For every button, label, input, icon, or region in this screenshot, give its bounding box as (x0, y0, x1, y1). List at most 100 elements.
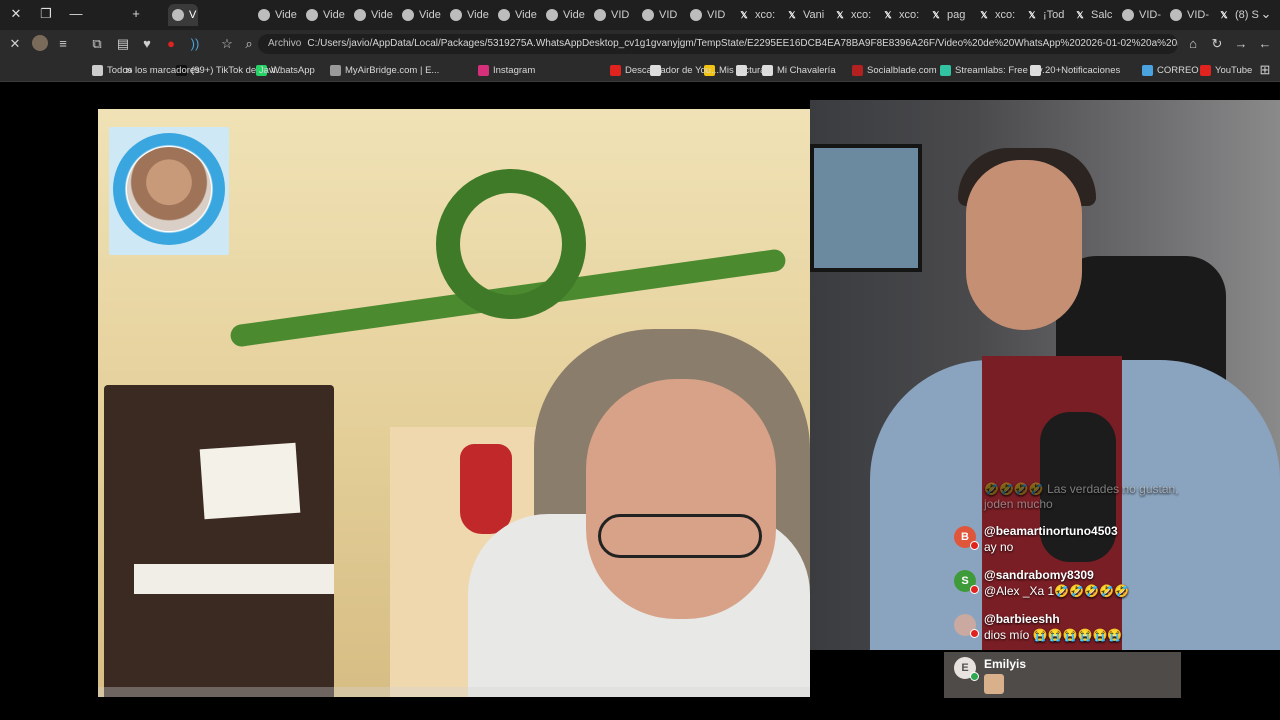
tab-label: xco: (899, 9, 920, 21)
record-icon[interactable]: ● (162, 35, 180, 53)
tab-bar: ✕ ❐ — + 𝕏 (8) S VID- VID- 𝕏 Salc 𝕏 ¡Tod 𝕏xco: 𝕏pa… (0, 0, 1280, 30)
tab-label: Vide (323, 9, 345, 21)
reload-icon[interactable]: ↻ (1208, 35, 1226, 53)
tab-label: ¡Tod (1043, 9, 1065, 21)
minimize-window-button[interactable]: — (66, 5, 86, 23)
media-icon (498, 9, 510, 21)
media-icon (172, 9, 184, 21)
chat-username: @beamartinortuno4503 (984, 524, 1118, 538)
tab-label: Vide (563, 9, 585, 21)
tab-label: Vani (803, 9, 825, 21)
bookmark-star-icon[interactable]: ☆ (218, 35, 236, 53)
browser-tab[interactable]: VID- (1166, 4, 1212, 26)
tab-label: VID (659, 9, 678, 21)
chat-avatar: S (954, 570, 979, 594)
chat-text: 🤣🤣🤣🤣 Las verdades no gustan, joden mucho (984, 482, 1179, 511)
reading-list-icon[interactable]: ▤ (114, 35, 132, 53)
media-icon (306, 9, 318, 21)
bookmark-label: Mis facturas (719, 64, 771, 76)
tab-label: Vide (419, 9, 441, 21)
x-logo-icon: 𝕏 (1220, 9, 1228, 20)
youtube-badge-icon (970, 541, 979, 550)
back-icon[interactable]: ← (1256, 35, 1274, 53)
bookmarks-bar: » ⊞ YouTube CORREO 20+Notificaciones Stream… (0, 58, 1280, 82)
bookmark-label: MyAirBridge.com | E... (345, 64, 440, 76)
menu-icon[interactable]: ≡ (54, 35, 72, 53)
bookmark-label: Instagram (493, 64, 536, 76)
bookmark-item[interactable]: YouTube (1200, 62, 1252, 78)
restore-window-button[interactable]: ❐ (36, 5, 56, 23)
x-logo-icon: 𝕏 (980, 9, 988, 20)
browser-tab[interactable]: 𝕏xco: (734, 4, 780, 26)
x-logo-icon: 𝕏 (884, 9, 892, 20)
address-bar[interactable]: Archivo C:/Users/javio/AppData/Local/Pack… (258, 34, 1178, 54)
new-tab-button[interactable]: + (126, 5, 146, 23)
browser-tab[interactable]: 𝕏xco: (830, 4, 876, 26)
bookmark-item[interactable]: Socialblade.com (852, 62, 937, 78)
browser-tab[interactable]: Vide (494, 4, 540, 26)
browser-toolbar: ✕ ≡ ⧉ ▤ ♥ ● )) ☆ ⌕ Archivo C:/Users/javio… (0, 30, 1280, 58)
browser-tab[interactable]: VID- (1118, 4, 1164, 26)
browser-tab[interactable]: 𝕏xco: (974, 4, 1020, 26)
browser-tab[interactable]: 𝕏 ¡Tod (1022, 4, 1068, 26)
bookmark-item[interactable]: Todos los marcadores (92, 62, 200, 78)
zoom-icon[interactable]: ⌕ (240, 35, 258, 53)
bookmark-favicon-icon (1142, 64, 1153, 76)
browser-tab[interactable]: 𝕏xco: (878, 4, 924, 26)
bookmark-favicon-icon (478, 64, 489, 76)
audio-icon[interactable]: )) (186, 35, 204, 53)
browser-tab[interactable]: Vide (254, 4, 300, 26)
browser-tab[interactable]: Vide (542, 4, 588, 26)
bookmark-label: Streamlabs: Free Liv... (955, 64, 1050, 76)
tab-label: Salc (1091, 9, 1113, 21)
browser-tab[interactable]: Vide (350, 4, 396, 26)
browser-tab[interactable]: 𝕏pag (926, 4, 972, 26)
bookmark-label: YouTube (1215, 64, 1253, 76)
x-logo-icon: 𝕏 (788, 9, 796, 20)
bookmark-item[interactable]: MyAirBridge.com | E... (330, 62, 439, 78)
tab-search-button[interactable]: ⌄ (1256, 5, 1276, 23)
close-icon[interactable]: ✕ (6, 35, 24, 53)
tab-label: Vide (515, 9, 537, 21)
sheet-music (199, 442, 301, 520)
x-logo-icon: 𝕏 (836, 9, 844, 20)
bookmark-label: CORREO (1157, 64, 1199, 76)
bookmark-item[interactable]: Instagram (478, 62, 535, 78)
chat-text: ay no (984, 540, 1014, 554)
bookmark-favicon-icon (610, 64, 621, 76)
browser-tab[interactable]: Vide (446, 4, 492, 26)
browser-tab[interactable]: 𝕏 Salc (1070, 4, 1116, 26)
home-icon[interactable]: ⌂ (1184, 35, 1202, 53)
x-logo-icon: 𝕏 (740, 9, 748, 20)
browser-tab[interactable]: VID (686, 4, 732, 26)
media-icon (546, 9, 558, 21)
apps-grid-icon[interactable]: ⊞ (1256, 61, 1274, 79)
browser-tab[interactable]: 𝕏 Vani (782, 4, 828, 26)
browser-tab[interactable]: VID (638, 4, 684, 26)
browser-tab[interactable]: VID (590, 4, 636, 26)
bookmark-item[interactable]: Mi Chavalería (762, 62, 836, 78)
glasses (598, 514, 762, 558)
browser-tab[interactable]: Vide (398, 4, 444, 26)
forward-icon[interactable]: → (1232, 35, 1250, 53)
caller-avatar (127, 147, 211, 231)
christmas-stocking (460, 444, 512, 534)
close-window-button[interactable]: ✕ (6, 5, 26, 23)
bookmark-item[interactable]: CORREO (1142, 62, 1199, 78)
media-icon (594, 9, 606, 21)
browser-tab[interactable]: V✕ (168, 4, 198, 26)
x-logo-icon: 𝕏 (1028, 9, 1036, 20)
bookmark-item[interactable]: Descargador de You... (610, 62, 719, 78)
tab-label: pag (947, 9, 966, 21)
browser-tab[interactable]: 𝕏 (8) S (1214, 4, 1260, 26)
bookmark-label: Todos los marcadores (107, 64, 200, 76)
extensions-icon[interactable]: ⧉ (88, 35, 106, 53)
chat-avatar: B (954, 526, 979, 550)
shield-icon[interactable]: ♥ (138, 35, 156, 53)
bookmark-favicon-icon (1200, 64, 1211, 76)
bookmark-item[interactable]: Streamlabs: Free Liv... (940, 62, 1050, 78)
wreath-decoration (436, 169, 586, 319)
bookmark-favicon-icon (330, 64, 341, 76)
profile-avatar[interactable] (30, 35, 50, 53)
browser-tab[interactable]: Vide (302, 4, 348, 26)
